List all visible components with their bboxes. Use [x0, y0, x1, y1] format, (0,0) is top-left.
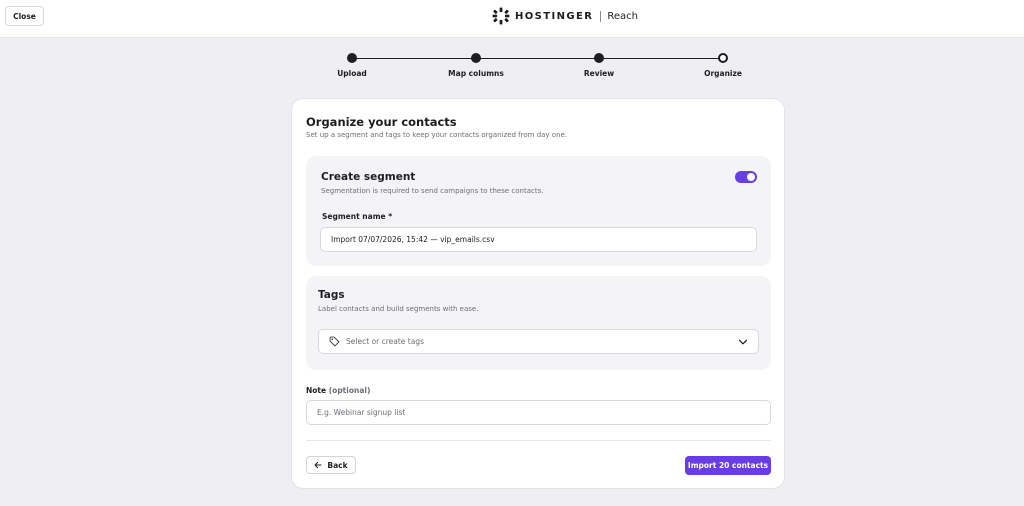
segment-name-label-text: Segment name — [322, 212, 386, 221]
tag-icon — [329, 336, 340, 347]
chevron-down-icon — [738, 339, 748, 345]
arrow-left-icon — [314, 461, 322, 469]
segment-name-value: Import 07/07/2026, 15:42 — vip_emails.cs… — [331, 235, 495, 244]
tags-select[interactable]: Select or create tags — [318, 329, 759, 354]
step-dot-upload — [347, 53, 357, 63]
back-label: Back — [327, 460, 348, 470]
segment-description: Segmentation is required to send campaig… — [321, 187, 544, 195]
step-label-map-columns: Map columns — [448, 69, 504, 78]
progress-stepper: Upload Map columns Review Organize — [0, 0, 1024, 90]
note-placeholder: E.g. Webinar signup list — [317, 408, 406, 417]
import-contacts-button[interactable]: Import 20 contacts — [685, 456, 771, 475]
organize-card: Organize your contacts Set up a segment … — [291, 98, 785, 489]
segment-panel: Create segment Segmentation is required … — [306, 156, 771, 266]
tags-placeholder: Select or create tags — [346, 337, 424, 346]
note-optional: (optional) — [328, 386, 371, 395]
step-dot-review — [594, 53, 604, 63]
toggle-knob — [747, 173, 755, 181]
step-dot-organize — [718, 53, 728, 63]
page-subtitle: Set up a segment and tags to keep your c… — [306, 131, 568, 139]
footer-divider — [306, 440, 771, 441]
stepper-line — [352, 57, 723, 59]
step-label-upload: Upload — [337, 69, 367, 78]
tags-description: Label contacts and build segments with e… — [318, 305, 479, 313]
note-label-text: Note — [306, 386, 327, 395]
segment-name-label: Segment name * — [322, 212, 392, 221]
required-mark: * — [388, 212, 393, 221]
step-dot-map-columns — [471, 53, 481, 63]
step-label-organize: Organize — [704, 69, 742, 78]
segment-toggle[interactable] — [735, 171, 757, 183]
segment-title: Create segment — [321, 171, 416, 183]
page-title: Organize your contacts — [306, 115, 457, 129]
step-label-review: Review — [583, 69, 615, 78]
segment-name-input[interactable]: Import 07/07/2026, 15:42 — vip_emails.cs… — [320, 227, 757, 252]
tags-panel: Tags Label contacts and build segments w… — [306, 276, 771, 370]
note-label: Note (optional) — [306, 386, 370, 395]
tags-title: Tags — [318, 289, 345, 301]
note-input[interactable]: E.g. Webinar signup list — [306, 400, 771, 425]
back-button[interactable]: Back — [306, 456, 356, 474]
